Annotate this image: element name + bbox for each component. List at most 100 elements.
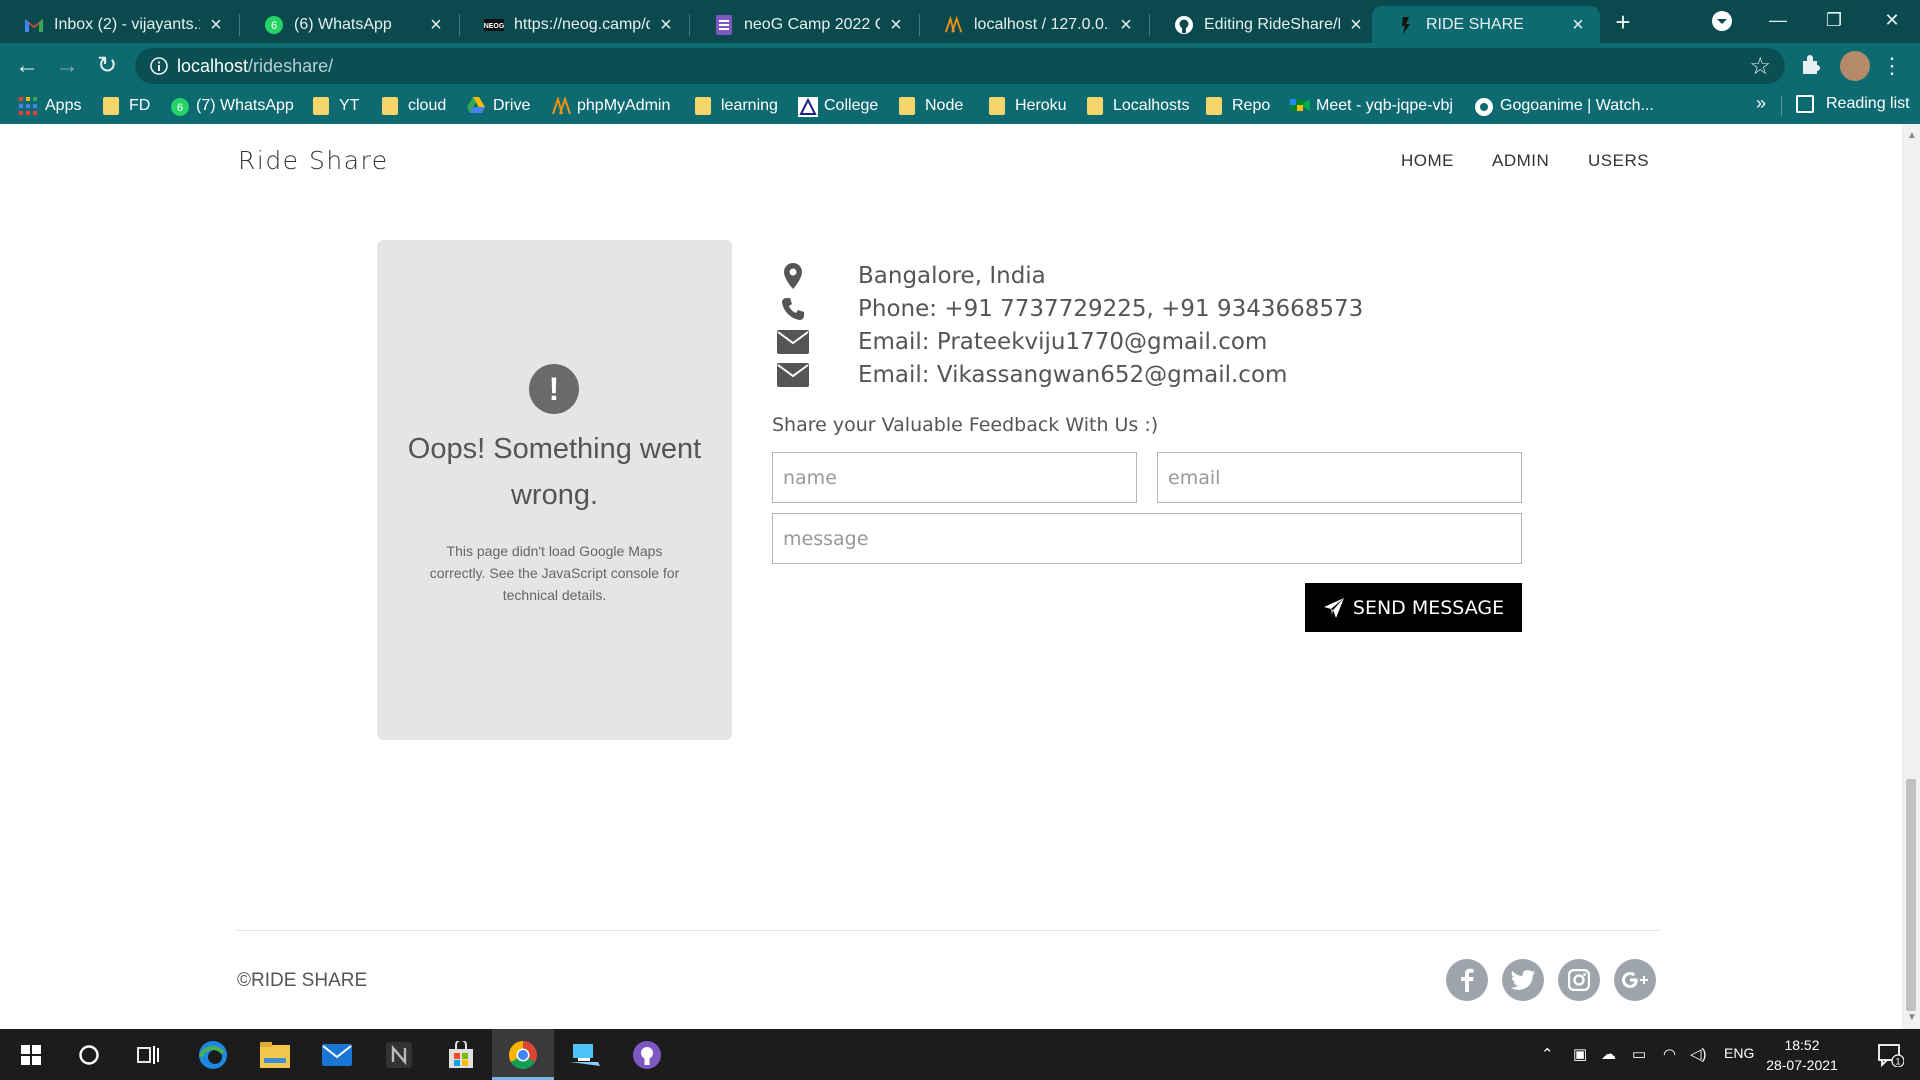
facebook-icon[interactable]	[1446, 959, 1488, 1001]
folder-icon	[989, 97, 1005, 115]
task-view-icon[interactable]	[118, 1029, 180, 1080]
tab-title: https://neog.camp/qu	[514, 15, 650, 33]
bookmark-heroku[interactable]: Heroku	[989, 95, 1067, 117]
battery-icon[interactable]: ▭	[1632, 1045, 1646, 1063]
address-bar[interactable]: localhost/rideshare/ ☆	[135, 48, 1785, 84]
close-window-icon[interactable]: ✕	[1862, 0, 1920, 40]
bookmark-star-icon[interactable]: ☆	[1749, 52, 1771, 81]
notion-icon[interactable]	[368, 1029, 430, 1080]
file-explorer-icon[interactable]	[244, 1029, 306, 1080]
tab-ride-share[interactable]: RIDE SHARE ×	[1372, 6, 1600, 43]
folder-icon	[103, 97, 119, 115]
bookmark-label: Drive	[493, 97, 531, 114]
nav-home[interactable]: HOME	[1401, 151, 1454, 171]
bookmark-localhosts[interactable]: Localhosts	[1087, 95, 1190, 117]
message-field[interactable]	[772, 513, 1522, 564]
send-message-button[interactable]: SEND MESSAGE	[1305, 583, 1522, 632]
scroll-down-arrow-icon[interactable]: ▼	[1907, 1012, 1917, 1023]
store-icon[interactable]	[430, 1029, 492, 1080]
browser-toolbar: ← → ↻ localhost/rideshare/ ☆ ⋮	[0, 43, 1920, 88]
contact-email-2: Email: Vikassangwan652@gmail.com	[773, 359, 1287, 391]
envelope-icon	[773, 361, 813, 389]
bookmark-drive[interactable]: Drive	[467, 95, 530, 117]
bookmark-node[interactable]: Node	[899, 95, 963, 117]
bookmark-cloud[interactable]: cloud	[382, 95, 446, 117]
forward-arrow-icon[interactable]: →	[50, 49, 84, 83]
vertical-scrollbar[interactable]: ▲ ▼	[1902, 124, 1920, 1029]
chrome-icon[interactable]	[492, 1029, 554, 1080]
input-language[interactable]: ENG	[1724, 1045, 1754, 1061]
edge-browser-icon[interactable]	[182, 1029, 244, 1080]
bookmark-phpmyadmin[interactable]: phpMyAdmin	[551, 95, 670, 117]
envelope-icon	[773, 328, 813, 356]
tab-whatsapp[interactable]: 6 (6) WhatsApp ×	[240, 6, 458, 43]
tab-github-editing[interactable]: Editing RideShare/REA ×	[1150, 6, 1378, 43]
scrollbar-thumb[interactable]	[1906, 779, 1916, 1011]
bookmark-label: (7) WhatsApp	[196, 97, 294, 114]
meet-now-icon[interactable]: ▣	[1573, 1045, 1587, 1063]
speaker-icon[interactable]: ◁)	[1690, 1045, 1707, 1063]
bookmark-meet[interactable]: Meet - yqb-jqpe-vbj	[1290, 95, 1453, 117]
bookmark-apps[interactable]: Apps	[19, 95, 81, 117]
onedrive-cloud-icon[interactable]: ☁	[1601, 1045, 1616, 1063]
bookmark-repo[interactable]: Repo	[1206, 95, 1270, 117]
tab-close-icon[interactable]: ×	[886, 15, 906, 35]
new-tab-button[interactable]: +	[1607, 8, 1639, 36]
tray-chevron-up-icon[interactable]: ⌃	[1541, 1045, 1554, 1063]
tab-close-icon[interactable]: ×	[1116, 15, 1136, 35]
github-desktop-icon[interactable]	[616, 1029, 678, 1080]
back-arrow-icon[interactable]: ←	[10, 49, 44, 83]
contact-email-1: Email: Prateekviju1770@gmail.com	[773, 326, 1267, 358]
bookmark-yt[interactable]: YT	[313, 95, 359, 117]
bookmark-learning[interactable]: learning	[695, 95, 778, 117]
name-field[interactable]	[772, 452, 1137, 503]
bookmark-gogoanime[interactable]: Gogoanime | Watch...	[1474, 95, 1654, 117]
reload-icon[interactable]: ↻	[90, 49, 124, 83]
reading-list-button[interactable]: Reading list	[1796, 95, 1910, 113]
nav-admin[interactable]: ADMIN	[1492, 151, 1549, 171]
tab-phpmyadmin[interactable]: localhost / 127.0.0.1 | p ×	[920, 6, 1148, 43]
tab-close-icon[interactable]: ×	[656, 15, 676, 35]
email-field[interactable]	[1157, 452, 1522, 503]
taskbar-clock[interactable]: 18:52 28-07-2021	[1762, 1035, 1842, 1075]
bookmark-label: FD	[129, 97, 151, 114]
tab-gmail[interactable]: Inbox (2) - vijayants.18 ×	[0, 6, 238, 43]
windows-start-icon[interactable]	[0, 1029, 62, 1080]
notifications-icon[interactable]: 1	[1862, 1029, 1920, 1080]
restore-icon[interactable]: ❐	[1804, 0, 1864, 40]
phpmyadmin-icon	[944, 15, 964, 35]
google-plus-icon[interactable]	[1614, 959, 1656, 1001]
scroll-up-arrow-icon[interactable]: ▲	[1907, 130, 1917, 141]
profile-avatar[interactable]	[1840, 51, 1870, 81]
bookmark-label: Node	[925, 97, 964, 114]
site-brand[interactable]: Ride Share	[238, 146, 389, 175]
vscode-like-icon[interactable]	[554, 1029, 616, 1080]
footer-divider	[236, 930, 1660, 931]
tab-close-icon[interactable]: ×	[1346, 15, 1366, 35]
page-viewport: Ride Share HOME ADMIN USERS ! Oops! Some…	[0, 124, 1902, 1029]
tab-close-icon[interactable]: ×	[1568, 15, 1588, 35]
tab-neog-forms[interactable]: neoG Camp 2022 Coh ×	[690, 6, 918, 43]
contact-email-1-text: Email: Prateekviju1770@gmail.com	[858, 329, 1268, 355]
bookmark-whatsapp[interactable]: 6 (7) WhatsApp	[170, 95, 294, 117]
site-info-icon[interactable]	[149, 56, 169, 76]
tab-search-icon[interactable]	[1710, 9, 1734, 33]
mail-icon[interactable]	[306, 1029, 368, 1080]
wifi-icon[interactable]: ◠	[1663, 1045, 1676, 1063]
bookmark-fd[interactable]: FD	[103, 95, 150, 117]
tab-close-icon[interactable]: ×	[426, 15, 446, 35]
tab-close-icon[interactable]: ×	[206, 15, 226, 35]
paper-plane-icon	[1323, 597, 1345, 619]
instagram-icon[interactable]	[1558, 959, 1600, 1001]
folder-icon	[382, 97, 398, 115]
kebab-menu-icon[interactable]: ⋮	[1880, 51, 1904, 81]
nav-users[interactable]: USERS	[1588, 151, 1649, 171]
folder-icon	[899, 97, 915, 115]
bookmarks-overflow-chevron-icon[interactable]: »	[1756, 93, 1766, 114]
extensions-puzzle-icon[interactable]	[1798, 52, 1824, 78]
bookmark-college[interactable]: College	[798, 95, 878, 117]
tab-neog[interactable]: NEOG https://neog.camp/qu ×	[460, 6, 688, 43]
twitter-icon[interactable]	[1502, 959, 1544, 1001]
minimize-icon[interactable]: —	[1748, 0, 1808, 40]
search-circle-icon[interactable]	[58, 1029, 120, 1080]
